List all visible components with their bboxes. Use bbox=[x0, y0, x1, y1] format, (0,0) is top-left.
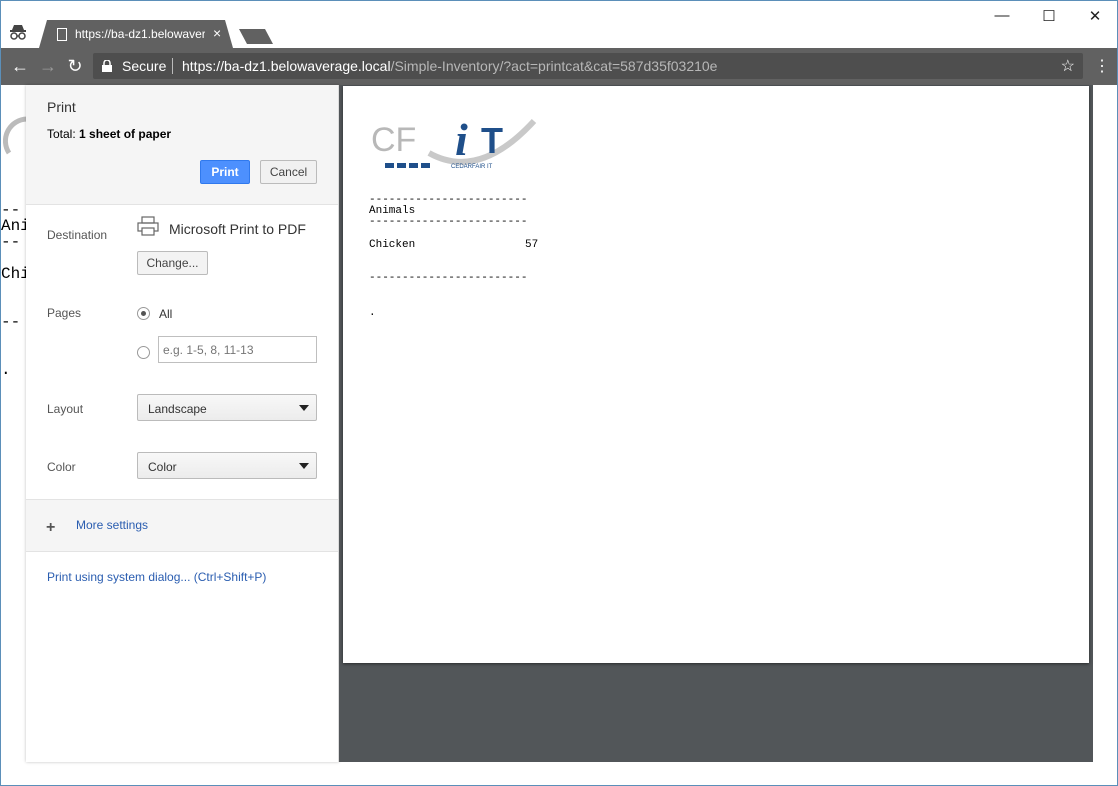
pages-all-label: All bbox=[159, 307, 173, 321]
cfit-logo: CF i T CEDARFAIR IT bbox=[371, 114, 537, 170]
svg-text:CEDARFAIR IT: CEDARFAIR IT bbox=[451, 164, 493, 170]
new-tab-button[interactable] bbox=[239, 29, 273, 44]
forward-icon[interactable]: → bbox=[37, 55, 59, 77]
system-dialog-link[interactable]: Print using system dialog... (Ctrl+Shift… bbox=[47, 570, 266, 584]
svg-text:CF: CF bbox=[371, 121, 416, 159]
svg-text:i: i bbox=[455, 114, 468, 165]
print-total: Total: 1 sheet of paper bbox=[47, 127, 171, 141]
chevron-down-icon bbox=[299, 405, 309, 411]
url-host: https://ba-dz1.belowaverage.local bbox=[182, 58, 391, 74]
print-header: Print Total: 1 sheet of paper Print Canc… bbox=[26, 85, 338, 205]
close-window-icon[interactable]: ✕ bbox=[1084, 7, 1106, 27]
url-separator bbox=[172, 58, 173, 74]
divider-line: ------------------------ bbox=[369, 216, 528, 228]
print-button[interactable]: Print bbox=[200, 160, 250, 184]
destination-value: Microsoft Print to PDF bbox=[169, 221, 306, 237]
bg-period: . bbox=[1, 361, 11, 379]
browser-tab[interactable]: https://ba-dz1.belowaverage.local/Simple… bbox=[39, 20, 233, 48]
divider-line: ------------------------ bbox=[369, 272, 528, 284]
url-path: /Simple-Inventory/?act=printcat&cat=587d… bbox=[390, 58, 718, 74]
svg-text:T: T bbox=[481, 120, 503, 161]
back-icon[interactable]: ← bbox=[9, 55, 31, 77]
layout-select[interactable]: Landscape bbox=[137, 394, 317, 421]
browser-window: https://ba-dz1.belowaverage.local/Simple… bbox=[0, 0, 1118, 786]
pages-label: Pages bbox=[47, 306, 82, 320]
total-value: 1 sheet of paper bbox=[79, 127, 172, 141]
title-bar: https://ba-dz1.belowaverage.local/Simple… bbox=[1, 1, 1117, 48]
bg-divider: -- bbox=[1, 233, 21, 251]
color-value: Color bbox=[148, 460, 177, 474]
color-label: Color bbox=[47, 460, 76, 474]
cancel-button[interactable]: Cancel bbox=[260, 160, 317, 184]
tab-title: https://ba-dz1.belowaverage.local/Simple… bbox=[75, 27, 205, 41]
change-destination-button[interactable]: Change... bbox=[137, 251, 208, 275]
trailing-period: . bbox=[369, 307, 376, 319]
bookmark-star-icon[interactable]: ☆ bbox=[1061, 56, 1075, 76]
preview-page: CF i T CEDARFAIR IT --------------------… bbox=[343, 86, 1089, 663]
print-title: Print bbox=[47, 99, 76, 115]
pages-custom-radio[interactable] bbox=[137, 346, 150, 359]
secure-label: Secure bbox=[122, 58, 167, 74]
page-icon bbox=[57, 28, 67, 41]
color-select[interactable]: Color bbox=[137, 452, 317, 479]
item-name: Chicken bbox=[369, 239, 416, 251]
print-preview-area: CF i T CEDARFAIR IT --------------------… bbox=[339, 85, 1093, 762]
print-settings-panel: Print Total: 1 sheet of paper Print Canc… bbox=[26, 85, 339, 762]
total-label: Total: bbox=[47, 127, 76, 141]
chevron-down-icon bbox=[299, 463, 309, 469]
lock-icon bbox=[102, 60, 112, 72]
item-quantity: 57 bbox=[525, 239, 539, 251]
incognito-icon bbox=[10, 25, 26, 40]
url-text[interactable]: https://ba-dz1.belowaverage.local/Simple… bbox=[182, 58, 717, 74]
pages-all-radio[interactable] bbox=[137, 307, 150, 320]
tab-close-icon[interactable]: × bbox=[213, 25, 221, 41]
reload-icon[interactable]: ↻ bbox=[64, 55, 86, 77]
more-settings-link[interactable]: More settings bbox=[76, 518, 148, 532]
minimize-icon[interactable]: — bbox=[991, 7, 1013, 27]
plus-icon: + bbox=[46, 519, 56, 536]
layout-value: Landscape bbox=[148, 402, 207, 416]
address-bar[interactable]: Secure https://ba-dz1.belowaverage.local… bbox=[93, 53, 1083, 79]
browser-menu-icon[interactable]: ⋮ bbox=[1094, 56, 1110, 76]
pages-range-input[interactable] bbox=[158, 336, 317, 363]
layout-label: Layout bbox=[47, 402, 84, 416]
printer-icon bbox=[137, 216, 159, 236]
background-logo-fragment bbox=[3, 116, 27, 155]
browser-toolbar: ← → ↻ Secure https://ba-dz1.belowaverage… bbox=[1, 48, 1117, 85]
bg-divider: -- bbox=[1, 313, 21, 331]
maximize-icon[interactable]: ☐ bbox=[1038, 7, 1060, 27]
destination-label: Destination bbox=[47, 228, 108, 242]
more-settings-row[interactable]: + More settings bbox=[26, 499, 338, 552]
